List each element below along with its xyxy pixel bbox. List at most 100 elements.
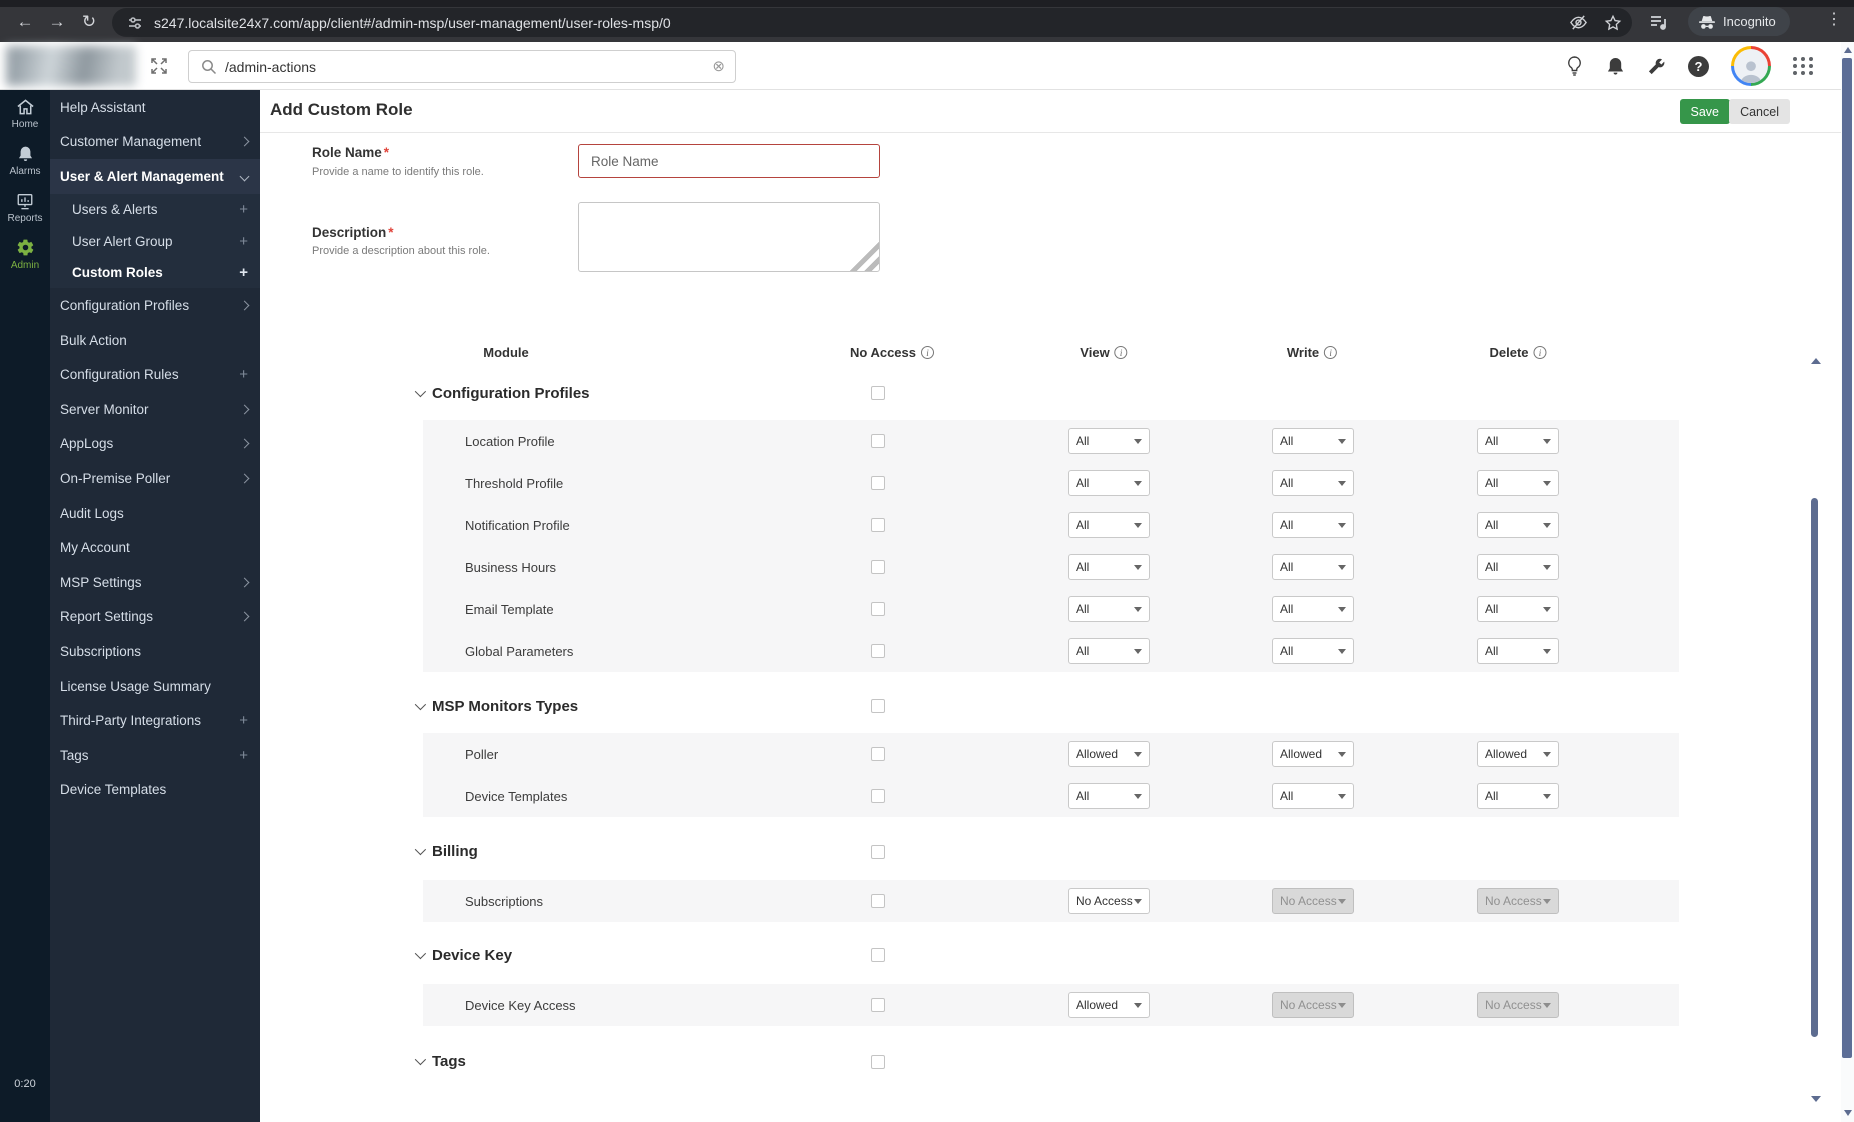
write-access-select[interactable]: All: [1272, 554, 1354, 580]
window-scroll-down-arrow[interactable]: [1844, 1110, 1852, 1116]
write-access-select[interactable]: All: [1272, 596, 1354, 622]
sidebar-item-third-party-integrations[interactable]: Third-Party Integrations +: [50, 703, 260, 738]
sidebar-item-help-assistant[interactable]: Help Assistant: [50, 90, 260, 125]
cancel-button[interactable]: Cancel: [1729, 99, 1790, 124]
no-access-checkbox[interactable]: [871, 747, 885, 761]
window-scrollbar-thumb[interactable]: [1842, 58, 1852, 1058]
site-settings-icon[interactable]: [126, 14, 144, 32]
view-access-select[interactable]: All: [1068, 512, 1150, 538]
rail-item-home[interactable]: Home: [0, 90, 50, 137]
no-access-checkbox[interactable]: [871, 434, 885, 448]
rail-item-admin[interactable]: Admin: [0, 231, 50, 278]
no-access-checkbox[interactable]: [871, 894, 885, 908]
rail-item-reports[interactable]: Reports: [0, 184, 50, 231]
sidebar-item-license-usage-summary[interactable]: License Usage Summary: [50, 669, 260, 704]
collapse-chevron-icon[interactable]: [414, 385, 427, 398]
avatar[interactable]: [1731, 46, 1771, 86]
search-input[interactable]: [225, 58, 713, 75]
section-no-access-checkbox[interactable]: [871, 1055, 885, 1069]
browser-forward-button[interactable]: →: [44, 9, 70, 35]
address-bar[interactable]: s247.localsite24x7.com/app/client#/admin…: [112, 8, 1632, 37]
no-access-checkbox[interactable]: [871, 476, 885, 490]
sidebar-item-user-alert-group[interactable]: User Alert Group +: [50, 225, 260, 257]
write-access-select[interactable]: All: [1272, 638, 1354, 664]
view-access-select[interactable]: All: [1068, 470, 1150, 496]
browser-back-button[interactable]: ←: [12, 9, 38, 35]
section-no-access-checkbox[interactable]: [871, 845, 885, 859]
delete-access-select[interactable]: All: [1477, 428, 1559, 454]
content-scroll-up-arrow[interactable]: [1811, 358, 1821, 364]
fullscreen-expand-icon[interactable]: [148, 55, 170, 77]
no-access-checkbox[interactable]: [871, 789, 885, 803]
section-no-access-checkbox[interactable]: [871, 386, 885, 400]
delete-access-select[interactable]: All: [1477, 554, 1559, 580]
sidebar-item-bulk-action[interactable]: Bulk Action: [50, 323, 260, 358]
sidebar-item-server-monitor[interactable]: Server Monitor: [50, 392, 260, 427]
clear-search-icon[interactable]: ⊗: [712, 59, 725, 74]
sidebar-item-device-templates[interactable]: Device Templates: [50, 773, 260, 808]
sidebar-item-users-alerts[interactable]: Users & Alerts +: [50, 193, 260, 226]
view-access-select[interactable]: All: [1068, 783, 1150, 809]
view-access-select[interactable]: All: [1068, 428, 1150, 454]
apps-grid-icon[interactable]: [1793, 57, 1814, 75]
delete-access-select[interactable]: All: [1477, 596, 1559, 622]
no-access-checkbox[interactable]: [871, 560, 885, 574]
sidebar-item-custom-roles[interactable]: Custom Roles +: [50, 256, 260, 289]
no-access-checkbox[interactable]: [871, 518, 885, 532]
sidebar-item-customer-management[interactable]: Customer Management: [50, 125, 260, 160]
admin-tools-wrench-icon[interactable]: [1647, 57, 1666, 76]
info-icon[interactable]: i: [921, 346, 934, 359]
sidebar-item-user-alert-management[interactable]: User & Alert Management: [50, 159, 260, 194]
role-name-input[interactable]: [578, 144, 880, 178]
save-button[interactable]: Save: [1679, 99, 1730, 124]
notifications-bell-icon[interactable]: [1606, 56, 1625, 77]
delete-access-select[interactable]: All: [1477, 783, 1559, 809]
section-no-access-checkbox[interactable]: [871, 948, 885, 962]
section-device-key[interactable]: Device Key: [414, 942, 512, 968]
content-scroll-down-arrow[interactable]: [1811, 1096, 1821, 1102]
sidebar-item-report-settings[interactable]: Report Settings: [50, 600, 260, 635]
sidebar-item-on-premise-poller[interactable]: On-Premise Poller: [50, 461, 260, 496]
write-access-select[interactable]: All: [1272, 783, 1354, 809]
section-configuration-profiles[interactable]: Configuration Profiles: [414, 380, 590, 406]
info-icon[interactable]: i: [1114, 346, 1128, 359]
whats-new-bulb-icon[interactable]: [1565, 55, 1584, 77]
section-msp-monitors-types[interactable]: MSP Monitors Types: [414, 693, 578, 719]
rail-item-alarms[interactable]: Alarms: [0, 137, 50, 184]
view-access-select[interactable]: All: [1068, 596, 1150, 622]
content-scrollbar-thumb[interactable]: [1811, 498, 1818, 1037]
view-access-select[interactable]: Allowed: [1068, 741, 1150, 767]
collapse-chevron-icon[interactable]: [414, 843, 427, 856]
bookmark-star-icon[interactable]: [1604, 14, 1622, 32]
section-no-access-checkbox[interactable]: [871, 699, 885, 713]
sidebar-item-msp-settings[interactable]: MSP Settings: [50, 565, 260, 600]
media-controls-icon[interactable]: [1646, 9, 1672, 35]
collapse-chevron-icon[interactable]: [414, 947, 427, 960]
view-access-select[interactable]: All: [1068, 638, 1150, 664]
no-access-checkbox[interactable]: [871, 998, 885, 1012]
view-access-select[interactable]: No Access: [1068, 888, 1150, 914]
section-tags[interactable]: Tags: [414, 1048, 466, 1074]
sidebar-item-audit-logs[interactable]: Audit Logs: [50, 496, 260, 531]
help-icon[interactable]: ?: [1688, 55, 1709, 77]
sidebar-item-applogs[interactable]: AppLogs: [50, 427, 260, 462]
write-access-select[interactable]: All: [1272, 428, 1354, 454]
no-access-checkbox[interactable]: [871, 602, 885, 616]
sidebar-item-configuration-profiles[interactable]: Configuration Profiles: [50, 288, 260, 323]
info-icon[interactable]: i: [1533, 346, 1547, 359]
sidebar-item-tags[interactable]: Tags +: [50, 738, 260, 773]
delete-access-select[interactable]: Allowed: [1477, 741, 1559, 767]
sidebar-item-subscriptions[interactable]: Subscriptions: [50, 634, 260, 669]
section-billing[interactable]: Billing: [414, 838, 478, 864]
description-textarea[interactable]: [578, 202, 880, 272]
no-access-checkbox[interactable]: [871, 644, 885, 658]
write-access-select[interactable]: All: [1272, 512, 1354, 538]
browser-reload-button[interactable]: ↻: [76, 9, 102, 35]
delete-access-select[interactable]: All: [1477, 470, 1559, 496]
eye-slash-icon[interactable]: [1569, 13, 1588, 32]
sidebar-item-my-account[interactable]: My Account: [50, 530, 260, 565]
browser-menu-icon[interactable]: ⋮: [1826, 9, 1842, 29]
write-access-select[interactable]: All: [1272, 470, 1354, 496]
collapse-chevron-icon[interactable]: [414, 698, 427, 711]
info-icon[interactable]: i: [1324, 346, 1338, 359]
